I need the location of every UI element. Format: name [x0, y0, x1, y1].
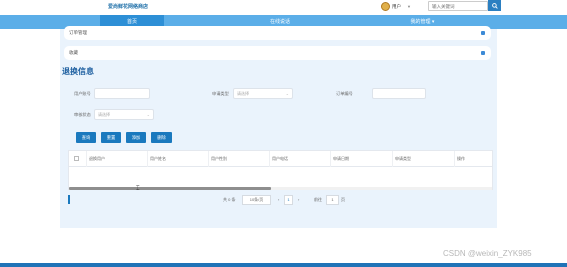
search-icon — [491, 2, 498, 9]
column-header[interactable]: 申请日期 — [330, 151, 392, 167]
horizontal-scrollbar[interactable] — [69, 187, 492, 190]
page-title: 退换信息 — [62, 67, 94, 76]
reset-button[interactable]: 重置 — [101, 132, 121, 143]
review-status-select[interactable]: 请选择 ⌄ — [94, 109, 154, 120]
chevron-down-icon: ⌄ — [146, 112, 150, 117]
chevron-down-icon[interactable]: ▼ — [407, 4, 411, 9]
column-header[interactable]: 操作 — [454, 151, 492, 167]
footer-bar — [0, 263, 567, 267]
panel-label: 订单管理 — [69, 30, 87, 35]
pagination-total: 共 0 条 — [223, 197, 236, 202]
feedback-type-value: 请选择 — [237, 91, 249, 96]
goto-label: 前往 — [314, 197, 322, 202]
mouse-cursor: ⌶ — [136, 186, 140, 192]
feedback-type-select[interactable]: 请选择 ⌄ — [233, 88, 293, 99]
column-header[interactable]: 用户电话 — [269, 151, 330, 167]
add-button[interactable]: 添加 — [126, 132, 146, 143]
column-header[interactable]: 退换用户 — [86, 151, 147, 167]
search-button[interactable]: 查询 — [76, 132, 96, 143]
watermark: CSDN @weixin_ZYK985 — [443, 249, 532, 258]
review-status-label: 审核状态 — [74, 112, 91, 117]
user-name[interactable]: 用户 — [392, 4, 401, 10]
panel-toggle-icon[interactable] — [481, 51, 485, 55]
review-status-value: 请选择 — [98, 112, 110, 117]
site-title[interactable]: 爱尚鲜花网络商店 — [108, 3, 148, 10]
data-table: 退换用户 用户姓名 用户性别 用户电话 申请日期 申请类型 操作 — [68, 150, 493, 190]
current-page[interactable]: 1 — [284, 195, 293, 205]
column-header[interactable]: 申请类型 — [392, 151, 454, 167]
page-unit-label: 页 — [341, 197, 345, 202]
avatar[interactable] — [381, 2, 390, 11]
search-input[interactable] — [428, 1, 488, 11]
panel-favorites[interactable]: 收藏 — [64, 46, 491, 60]
user-menu[interactable]: 用户 ▼ — [381, 1, 411, 12]
user-account-label: 用户账号 — [74, 91, 91, 96]
select-all-checkbox[interactable] — [74, 156, 79, 161]
left-indicator — [68, 195, 70, 204]
chevron-down-icon: ⌄ — [285, 91, 289, 96]
top-header: 爱尚鲜花网络商店 用户 ▼ — [0, 0, 567, 15]
user-account-input[interactable] — [94, 88, 150, 99]
scrollbar-thumb[interactable] — [69, 187, 271, 190]
panel-toggle-icon[interactable] — [481, 31, 485, 35]
delete-button[interactable]: 删除 — [151, 132, 172, 143]
table-header: 退换用户 用户姓名 用户性别 用户电话 申请日期 申请类型 操作 — [69, 151, 492, 167]
panel-label: 收藏 — [69, 50, 78, 55]
feedback-type-label: 申请类型 — [212, 91, 229, 96]
page-size-select[interactable]: 10条/页 — [242, 195, 271, 205]
column-header[interactable]: 用户姓名 — [147, 151, 208, 167]
main-content: 订单管理 收藏 退换信息 用户账号 申请类型 请选择 ⌄ 订单编号 审核状态 请… — [60, 26, 497, 228]
order-no-label: 订单编号 — [336, 91, 353, 96]
prev-page-button[interactable]: ‹ — [278, 195, 279, 205]
column-header[interactable]: 用户性别 — [208, 151, 269, 167]
goto-page-input[interactable]: 1 — [326, 195, 339, 205]
panel-order-management[interactable]: 订单管理 — [64, 26, 491, 40]
search-button[interactable] — [488, 0, 501, 11]
next-page-button[interactable]: › — [298, 195, 299, 205]
order-no-input[interactable] — [372, 88, 426, 99]
